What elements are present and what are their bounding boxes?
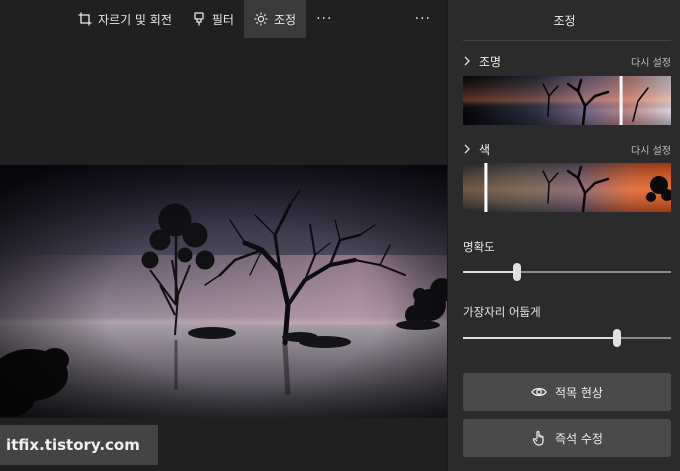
color-indicator <box>484 163 488 212</box>
clarity-label: 명확도 <box>463 240 495 254</box>
brightness-icon <box>254 12 268 26</box>
adjust-panel: 조정 조명 다시 설정 색 다시 설정 명확도 가장자리 어둡게 적목 현상 즉… <box>447 0 680 471</box>
touch-hand-icon <box>532 430 544 446</box>
light-strip-slider[interactable] <box>463 76 671 125</box>
crop-rotate-button[interactable]: 자르기 및 회전 <box>68 0 182 38</box>
color-section-header[interactable]: 색 다시 설정 <box>463 140 671 158</box>
color-reset-button[interactable]: 다시 설정 <box>631 142 671 157</box>
red-eye-label: 적목 현상 <box>555 385 603 400</box>
more-menu-icon: ··· <box>414 11 431 27</box>
light-section-header[interactable]: 조명 다시 설정 <box>463 52 671 70</box>
red-eye-button[interactable]: 적목 현상 <box>463 373 671 411</box>
light-reset-button[interactable]: 다시 설정 <box>631 54 671 69</box>
filter-label: 필터 <box>211 12 234 27</box>
vignette-label: 가장자리 어둡게 <box>463 305 541 319</box>
color-label: 색 <box>479 142 491 157</box>
more-options-button[interactable]: ··· <box>306 0 342 38</box>
adjust-label: 조정 <box>273 12 297 27</box>
vignette-thumb[interactable] <box>612 329 621 347</box>
crop-rotate-label: 자르기 및 회전 <box>98 12 172 27</box>
photo-canvas[interactable] <box>0 165 447 418</box>
spot-fix-button[interactable]: 즉석 수정 <box>463 419 671 457</box>
light-indicator <box>619 76 623 125</box>
more-menu-button[interactable]: ··· <box>405 0 441 38</box>
adjust-button[interactable]: 조정 <box>243 0 307 38</box>
vignette-fill <box>463 337 617 339</box>
panel-divider <box>463 40 671 41</box>
vignette-slider[interactable] <box>463 329 671 347</box>
color-strip-slider[interactable] <box>463 163 671 212</box>
filter-button[interactable]: 필터 <box>182 0 244 38</box>
panel-title: 조정 <box>553 13 576 28</box>
crop-icon <box>78 12 92 26</box>
more-icon: ··· <box>316 11 333 27</box>
chevron-right-icon <box>464 56 470 66</box>
editor-toolbar: 자르기 및 회전 필터 조정 ··· ··· <box>0 0 447 38</box>
eye-icon <box>531 387 547 397</box>
clarity-fill <box>463 271 518 273</box>
light-label: 조명 <box>479 54 502 69</box>
filter-icon <box>194 12 204 26</box>
editor-area: 자르기 및 회전 필터 조정 ··· ··· itfix.tistory.com <box>0 0 447 471</box>
clarity-thumb[interactable] <box>513 263 522 281</box>
spot-fix-label: 즉석 수정 <box>555 431 603 446</box>
chevron-right-icon <box>464 144 470 154</box>
watermark: itfix.tistory.com <box>0 425 158 465</box>
clarity-slider[interactable] <box>463 263 671 281</box>
